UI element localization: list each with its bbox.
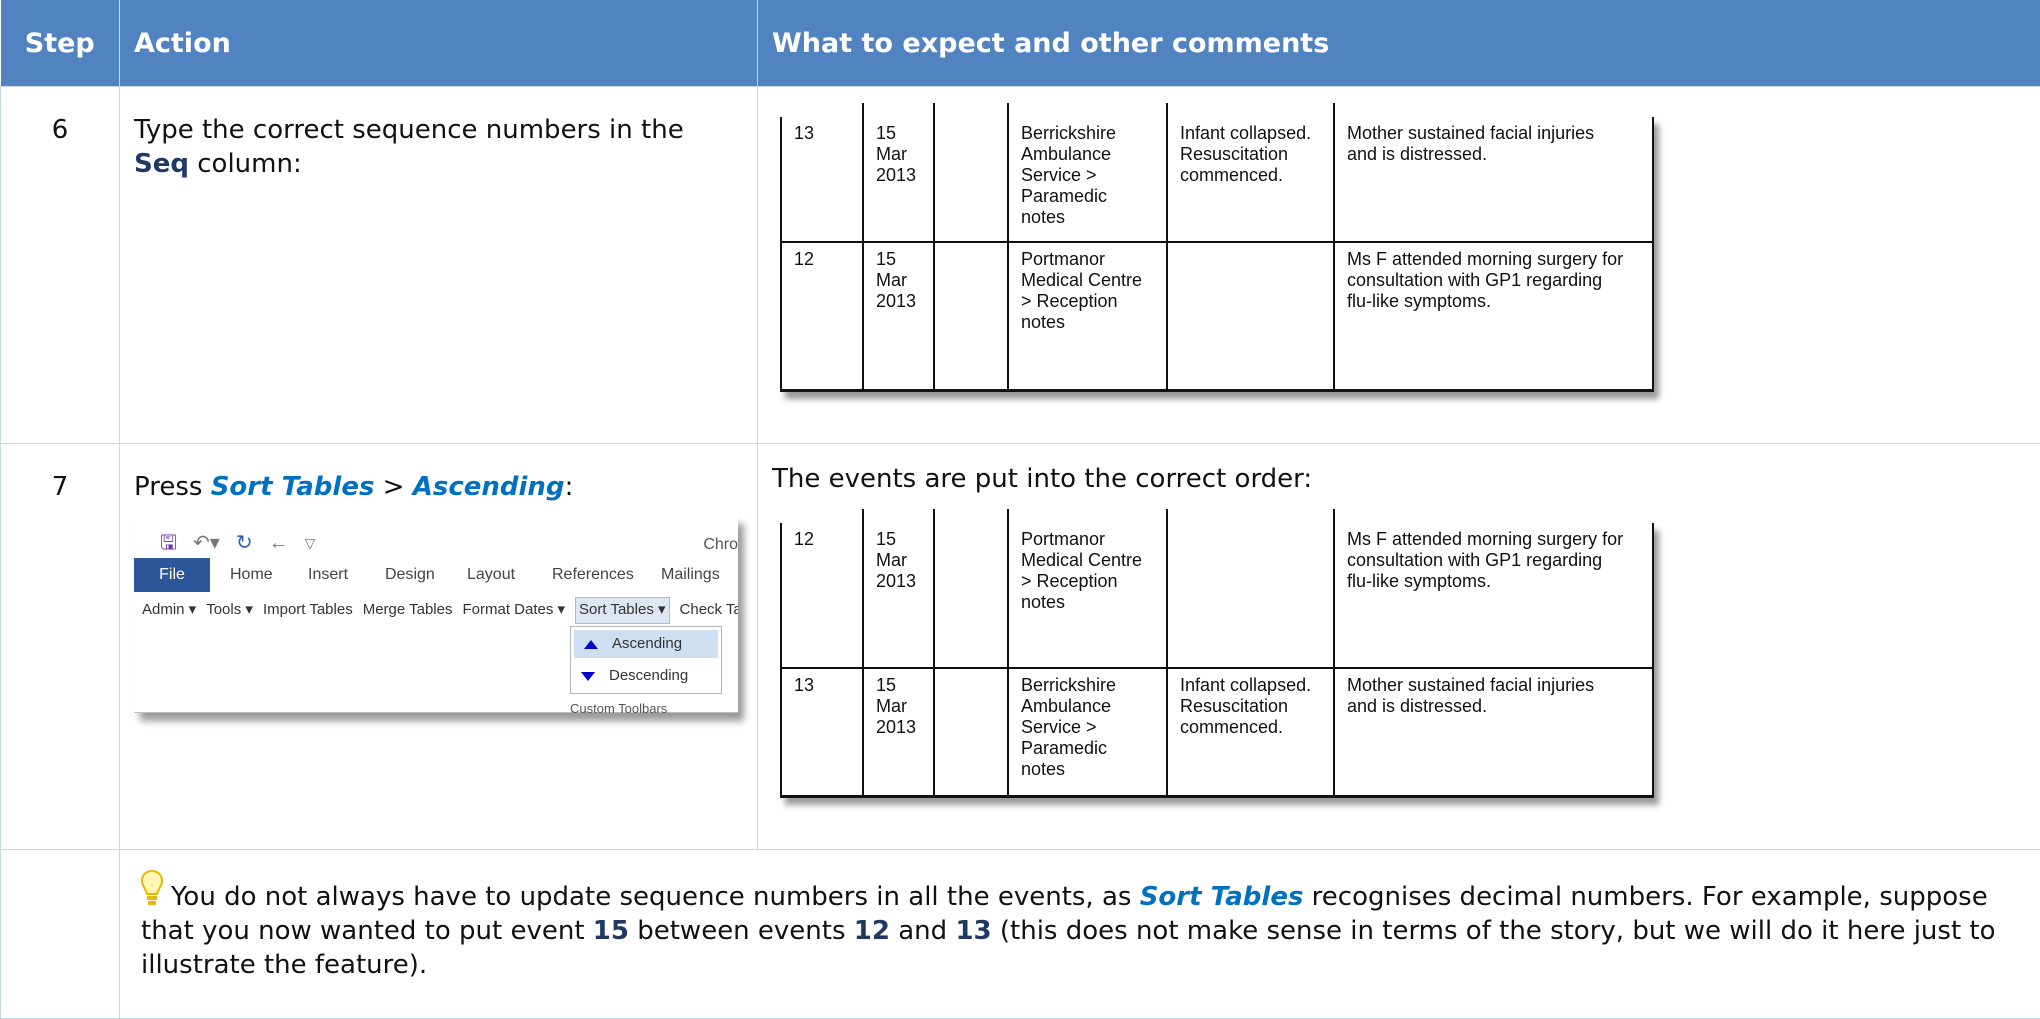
source-cell: Portmanor Medical Centre > Reception not… (1009, 523, 1168, 667)
comment-cell: Ms F attended morning surgery for consul… (1347, 529, 1624, 591)
undo-icon[interactable]: ↶▾ (193, 526, 220, 560)
sort-tables-link[interactable]: Sort Tables (211, 472, 375, 502)
seq-cell: 12 (782, 523, 864, 667)
step-row-6: 6 Type the correct sequence numbers in t… (0, 86, 2040, 444)
date-cell: 15 Mar 2013 (864, 523, 935, 667)
source-cell: Berrickshire Ambulance Service > Paramed… (1009, 669, 1168, 795)
ascending-arrow-icon (584, 639, 598, 649)
date-cell: 15 Mar 2013 (864, 243, 935, 389)
seq-column-label: Seq (134, 149, 189, 179)
tools-menu[interactable]: Tools ▾ (206, 596, 253, 624)
expect-text: The events are put into the correct orde… (772, 464, 1313, 494)
ribbon-tabs: File Home Insert Design Layout Reference… (134, 558, 738, 592)
date-cell: 15 Mar 2013 (864, 117, 935, 241)
source-cell: Berrickshire Ambulance Service > Paramed… (1009, 117, 1168, 241)
sort-tables-dropdown: Ascending Descending (570, 626, 722, 694)
descending-arrow-icon (581, 671, 595, 681)
header-expect: What to expect and other comments (757, 0, 2040, 87)
tip-paragraph: You do not always have to update sequenc… (141, 869, 2021, 982)
ascending-label: Ascending (612, 635, 683, 652)
blank-cell (935, 243, 1009, 389)
tip-step-cell (0, 849, 120, 1019)
event-number: 13 (955, 916, 992, 946)
quick-access-toolbar: 🖫 ↶▾ ↻ ← ▽ (160, 526, 315, 560)
seq-cell: 13 (782, 117, 864, 241)
tab-layout[interactable]: Layout (467, 558, 515, 592)
event-cell: Infant collapsed. Resuscitation commence… (1168, 669, 1335, 795)
tab-insert[interactable]: Insert (308, 558, 348, 592)
record-row: 12 15 Mar 2013 Portmanor Medical Centre … (782, 243, 1652, 389)
ascending-link[interactable]: Ascending (413, 472, 565, 502)
event-number: 12 (853, 916, 890, 946)
record-row: 13 15 Mar 2013 Berrickshire Ambulance Se… (782, 117, 1652, 243)
format-dates-menu[interactable]: Format Dates ▾ (462, 596, 565, 624)
comment-cell: Mother sustained facial injuries and is … (1347, 675, 1595, 716)
action-cell: Press Sort Tables > Ascending: 🖫 ↶▾ ↻ ← … (119, 443, 758, 850)
sort-tables-menu[interactable]: Sort Tables ▾ (575, 597, 670, 624)
event-cell (1168, 243, 1335, 389)
date-cell: 15 Mar 2013 (864, 669, 935, 795)
check-tables-button[interactable]: Check Tab (680, 596, 738, 624)
event-cell (1168, 523, 1335, 667)
step-number: 6 (0, 86, 120, 444)
seq-cell: 12 (782, 243, 864, 389)
redo-icon[interactable]: ↻ (236, 526, 253, 560)
save-icon[interactable]: 🖫 (160, 526, 177, 560)
record-row: 12 15 Mar 2013 Portmanor Medical Centre … (782, 523, 1652, 669)
comment-cell: Ms F attended morning surgery for consul… (1347, 249, 1624, 311)
tab-home[interactable]: Home (230, 558, 273, 592)
merge-tables-button[interactable]: Merge Tables (363, 596, 453, 624)
descending-label: Descending (609, 667, 689, 684)
tip-text: and (889, 916, 956, 946)
blank-cell (935, 523, 1009, 667)
record-row: 13 15 Mar 2013 Berrickshire Ambulance Se… (782, 669, 1652, 795)
tab-design[interactable]: Design (385, 558, 435, 592)
blank-cell (935, 669, 1009, 795)
tip-text: between events (628, 916, 854, 946)
tip-text: You do not always have to update sequenc… (171, 882, 1140, 912)
header-step: Step (0, 0, 120, 87)
action-text: Type the correct sequence numbers in the (134, 115, 684, 145)
comment-cell: Mother sustained facial injuries and is … (1347, 123, 1595, 164)
import-tables-button[interactable]: Import Tables (263, 596, 353, 624)
tab-file[interactable]: File (134, 558, 210, 592)
window-title: Chro (703, 536, 738, 553)
action-text: Press (134, 472, 211, 502)
header-action: Action (119, 0, 758, 87)
group-label: Custom Toolbars (570, 701, 668, 716)
ascending-menu-item[interactable]: Ascending (574, 630, 718, 658)
record-table: 13 15 Mar 2013 Berrickshire Ambulance Se… (780, 103, 1654, 392)
event-cell: Infant collapsed. Resuscitation commence… (1168, 117, 1335, 241)
word-ribbon-screenshot: 🖫 ↶▾ ↻ ← ▽ Chro File Home Insert Design … (134, 516, 738, 716)
custom-toolbar: Admin ▾ Tools ▾ Import Tables Merge Tabl… (142, 596, 738, 624)
descending-menu-item[interactable]: Descending (571, 661, 721, 691)
admin-menu[interactable]: Admin ▾ (142, 596, 196, 624)
step-number: 7 (0, 443, 120, 850)
action-text: : (564, 472, 574, 502)
sort-tables-link[interactable]: Sort Tables (1140, 882, 1304, 912)
action-cell: Type the correct sequence numbers in the… (119, 86, 758, 444)
source-cell: Portmanor Medical Centre > Reception not… (1009, 243, 1168, 389)
action-text: column: (188, 149, 302, 179)
expect-cell: 13 15 Mar 2013 Berrickshire Ambulance Se… (757, 86, 2040, 444)
expect-cell: The events are put into the correct orde… (757, 443, 2040, 850)
tab-references[interactable]: References (552, 558, 634, 592)
action-separator: > (374, 472, 413, 502)
blank-cell (935, 117, 1009, 241)
seq-cell: 13 (782, 669, 864, 795)
tab-mailings[interactable]: Mailings (661, 558, 720, 592)
header-row: Step Action What to expect and other com… (0, 0, 2040, 87)
event-number: 15 (592, 916, 629, 946)
instruction-table: Step Action What to expect and other com… (0, 0, 2040, 1019)
back-arrow-icon[interactable]: ← (269, 526, 289, 560)
lightbulb-icon (141, 869, 163, 905)
step-row-7: 7 Press Sort Tables > Ascending: 🖫 ↶▾ ↻ … (0, 443, 2040, 850)
record-table: 12 15 Mar 2013 Portmanor Medical Centre … (780, 509, 1654, 798)
customize-qat-icon[interactable]: ▽ (305, 526, 316, 560)
